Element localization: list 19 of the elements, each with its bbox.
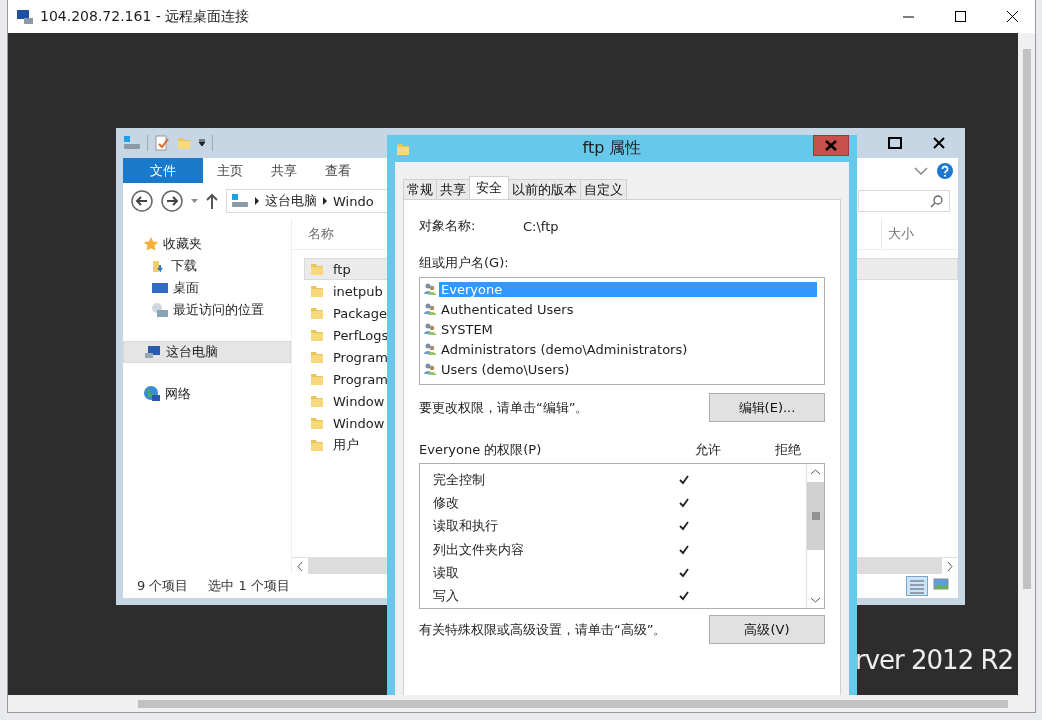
selection-count: 选中 1 个项目 [208,577,290,595]
permission-name: 读取 [432,563,460,582]
column-header: 拒绝 [775,441,802,459]
item-count: 9 个项目 [137,577,189,595]
permission-name: 完全控制 [432,470,486,489]
permission-name: 写入 [432,587,460,606]
field-label: Everyone 的权限(P) [419,441,542,459]
field-label: 组或用户名(G): [419,254,510,272]
permission-name: 修改 [432,493,460,512]
permission-name: 列出文件夹内容 [432,540,525,559]
column-header: 允许 [695,441,722,459]
dialog-title: ftp 属性 [581,138,643,159]
field-label: 对象名称: [419,217,477,235]
desktop-watermark-text: rver 2012 R2 [855,645,1014,675]
object-path: C:\ftp [523,218,559,234]
hint-text: 有关特殊权限或高级设置，请单击“高级”。 [419,620,667,639]
window-title: 104.208.72.161 - 远程桌面连接 [40,7,251,26]
permission-name: 读取和执行 [432,517,499,536]
hint-text: 要更改权限，请单击“编辑”。 [419,398,589,417]
